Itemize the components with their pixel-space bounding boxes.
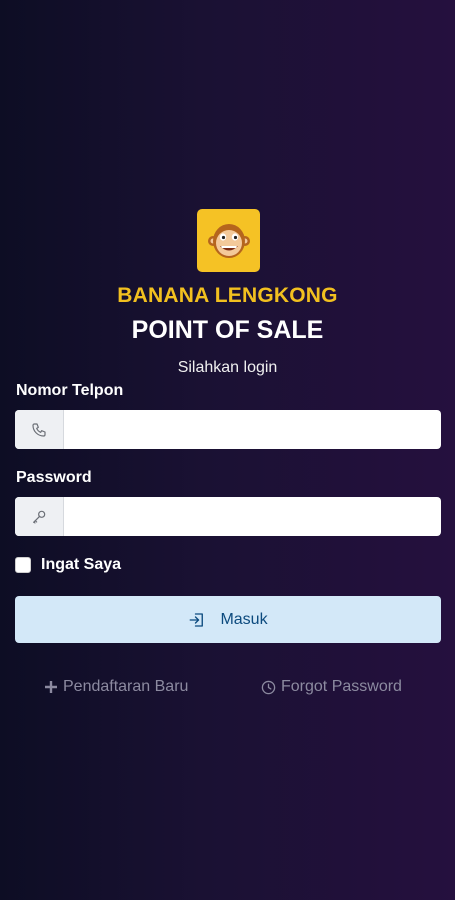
register-link-label: Pendaftaran Baru <box>63 678 189 695</box>
phone-field-group <box>15 410 441 449</box>
sign-in-icon <box>188 611 206 629</box>
login-button[interactable]: Masuk <box>15 596 441 643</box>
app-logo <box>197 209 260 272</box>
login-prompt: Silahkan login <box>177 359 278 376</box>
password-label: Password <box>16 469 92 486</box>
remember-me-label: Ingat Saya <box>41 556 122 573</box>
phone-icon <box>32 422 46 437</box>
phone-addon <box>15 410 64 449</box>
login-button-label: Masuk <box>220 610 268 628</box>
password-input[interactable] <box>64 497 441 536</box>
password-field-group <box>15 497 441 536</box>
phone-label: Nomor Telpon <box>16 382 124 399</box>
forgot-password-link[interactable]: Forgot Password <box>261 678 402 696</box>
remember-me-row[interactable]: Ingat Saya <box>15 556 121 574</box>
forgot-password-label: Forgot Password <box>281 678 402 695</box>
brand-name: BANANA LENGKONG <box>117 284 338 307</box>
clock-icon <box>261 680 276 695</box>
monkey-logo-icon <box>207 223 250 258</box>
plus-icon <box>44 680 58 694</box>
key-icon <box>33 510 46 524</box>
remember-me-checkbox[interactable] <box>15 557 31 573</box>
register-link[interactable]: Pendaftaran Baru <box>44 678 188 696</box>
phone-input[interactable] <box>64 410 441 449</box>
app-title: POINT OF SALE <box>131 316 324 344</box>
password-addon <box>15 497 64 536</box>
